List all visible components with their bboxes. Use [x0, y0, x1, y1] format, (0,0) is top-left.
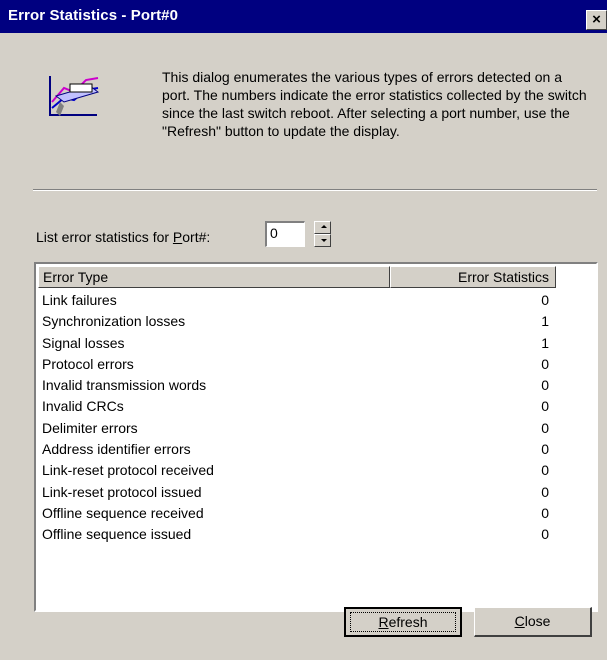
column-header-error-type[interactable]: Error Type — [38, 266, 390, 288]
error-count-cell: 0 — [541, 441, 549, 458]
error-type-cell: Synchronization losses — [42, 313, 186, 330]
error-type-cell: Delimiter errors — [42, 419, 138, 436]
table-row[interactable]: Offline sequence received 0 — [38, 503, 556, 524]
port-label: List error statistics for Port#: — [36, 229, 210, 245]
table-row[interactable]: Address identifier errors 0 — [38, 439, 556, 460]
table-row[interactable]: Offline sequence issued 0 — [38, 524, 556, 545]
close-accelerator: C — [514, 613, 525, 629]
focus-rect — [350, 612, 456, 632]
close-button[interactable]: Close — [474, 607, 592, 637]
close-label: lose — [524, 613, 551, 629]
error-type-cell: Link-reset protocol issued — [42, 483, 202, 500]
error-count-cell: 0 — [541, 355, 549, 372]
error-type-cell: Link failures — [42, 292, 117, 308]
error-type-cell: Address identifier errors — [42, 441, 191, 458]
error-type-cell: Offline sequence received — [42, 504, 204, 521]
refresh-button[interactable]: Refresh — [344, 607, 462, 637]
error-count-cell: 0 — [541, 419, 549, 436]
table-row[interactable]: Invalid CRCs 0 — [38, 396, 556, 417]
error-type-cell: Protocol errors — [42, 355, 134, 372]
error-count-cell: 1 — [541, 334, 549, 351]
port-number-input[interactable]: 0 — [265, 221, 305, 247]
table-row[interactable]: Synchronization losses 1 — [38, 311, 556, 332]
table-row[interactable]: Link-reset protocol received 0 — [38, 460, 556, 481]
error-type-cell: Link-reset protocol received — [42, 462, 214, 479]
arrow-down-icon — [321, 239, 327, 242]
error-type-cell: Invalid transmission words — [42, 377, 207, 394]
port-decrement-button[interactable] — [314, 234, 331, 247]
table-row[interactable]: Link-reset protocol issued 0 — [38, 482, 556, 503]
error-count-cell: 0 — [541, 504, 549, 521]
error-count-cell: 0 — [541, 377, 549, 394]
error-count-cell: 0 — [541, 462, 549, 479]
error-type-cell: Signal losses — [42, 334, 125, 351]
separator — [33, 189, 597, 191]
error-type-cell: Invalid CRCs — [42, 398, 124, 415]
error-type-cell: Offline sequence issued — [42, 526, 192, 543]
error-statistics-list[interactable]: Error Type Error Statistics Link failure… — [34, 262, 598, 612]
arrow-up-icon — [321, 225, 327, 228]
table-row[interactable]: Protocol errors 0 — [38, 354, 556, 375]
error-count-cell: 1 — [541, 313, 549, 330]
table-row[interactable]: Link failures 0 — [38, 290, 556, 311]
port-label-accelerator: P — [172, 229, 183, 245]
port-increment-button[interactable] — [314, 221, 331, 234]
table-row[interactable]: Invalid transmission words 0 — [38, 375, 556, 396]
error-count-cell: 0 — [541, 292, 549, 308]
column-header-error-statistics[interactable]: Error Statistics — [390, 266, 556, 288]
table-row[interactable]: Delimiter errors 0 — [38, 418, 556, 439]
window-title: Error Statistics - Port#0 — [8, 7, 179, 24]
title-bar[interactable]: Error Statistics - Port#0 × — [0, 0, 607, 33]
close-icon[interactable]: × — [586, 10, 607, 30]
port-label-suffix: ort#: — [182, 229, 211, 245]
error-count-cell: 0 — [541, 398, 549, 415]
statistics-chart-icon — [49, 76, 100, 116]
port-label-prefix: List error statistics for — [36, 229, 173, 245]
list-rows: Link failures 0 Synchronization losses 1 Sig… — [38, 290, 556, 546]
error-count-cell: 0 — [541, 526, 549, 543]
error-count-cell: 0 — [541, 483, 549, 500]
table-row[interactable]: Signal losses 1 — [38, 333, 556, 354]
error-statistics-dialog: Error Statistics - Port#0 × This dialog … — [0, 0, 607, 660]
intro-text: This dialog enumerates the various types… — [162, 69, 587, 139]
